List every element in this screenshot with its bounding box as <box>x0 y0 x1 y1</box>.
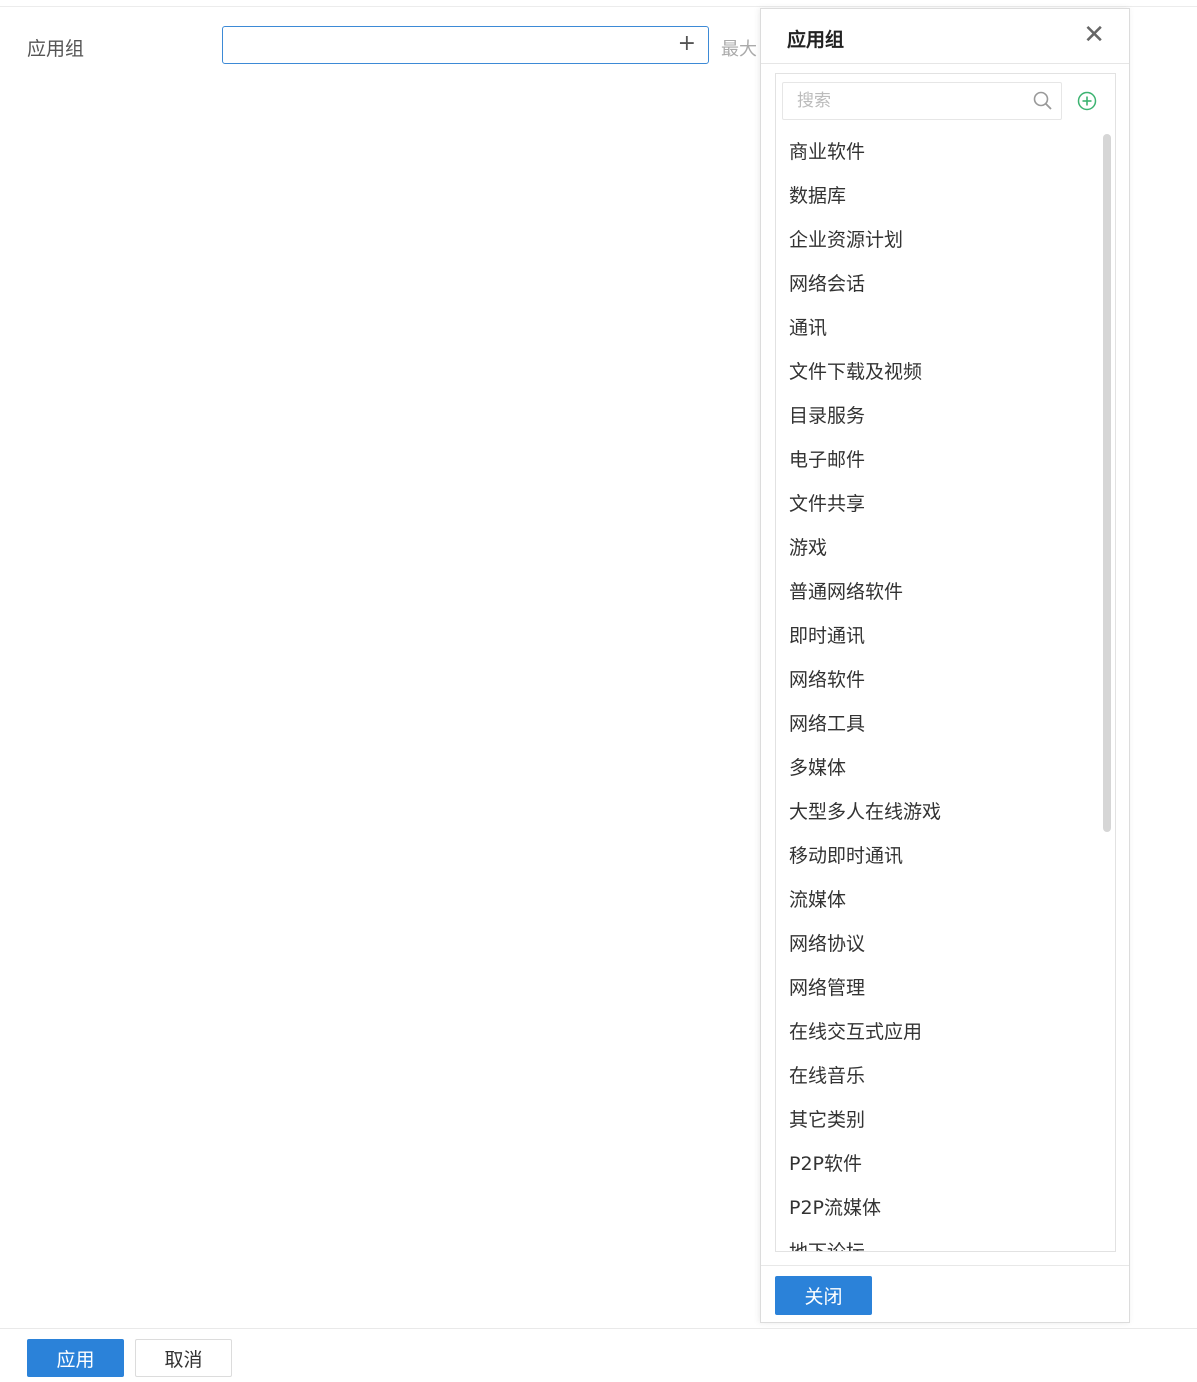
list-item[interactable]: 其它类别 <box>776 1098 1096 1142</box>
list-item[interactable]: 目录服务 <box>776 394 1096 438</box>
app-group-list-box: 商业软件 数据库 企业资源计划 网络会话 通讯 文件下载及视频 目录服务 电子邮… <box>775 73 1116 1252</box>
app-group-list: 商业软件 数据库 企业资源计划 网络会话 通讯 文件下载及视频 目录服务 电子邮… <box>776 130 1096 1251</box>
list-item[interactable]: 网络会话 <box>776 262 1096 306</box>
list-item[interactable]: 流媒体 <box>776 878 1096 922</box>
list-item[interactable]: 网络工具 <box>776 702 1096 746</box>
apply-button[interactable]: 应用 <box>27 1339 124 1377</box>
plus-icon[interactable]: + <box>678 31 696 57</box>
max-hint: 最大 <box>721 39 757 60</box>
cancel-button[interactable]: 取消 <box>135 1339 232 1377</box>
list-item[interactable]: 网络协议 <box>776 922 1096 966</box>
close-button[interactable]: 关闭 <box>775 1276 872 1315</box>
list-item[interactable]: 通讯 <box>776 306 1096 350</box>
panel-footer: 关闭 <box>761 1265 1129 1325</box>
list-item[interactable]: 数据库 <box>776 174 1096 218</box>
search-input[interactable] <box>782 82 1062 120</box>
scrollbar-thumb[interactable] <box>1103 134 1111 832</box>
list-item[interactable]: 网络管理 <box>776 966 1096 1010</box>
app-group-input[interactable]: + <box>222 26 709 64</box>
list-item[interactable]: 企业资源计划 <box>776 218 1096 262</box>
list-item[interactable]: 多媒体 <box>776 746 1096 790</box>
panel-title: 应用组 <box>787 29 845 51</box>
close-icon[interactable]: ✕ <box>1083 20 1105 50</box>
list-item[interactable]: 电子邮件 <box>776 438 1096 482</box>
app-group-label: 应用组 <box>27 38 85 60</box>
list-item[interactable]: 商业软件 <box>776 130 1096 174</box>
list-item[interactable]: P2P流媒体 <box>776 1186 1096 1230</box>
list-item[interactable]: 大型多人在线游戏 <box>776 790 1096 834</box>
list-item[interactable]: 文件共享 <box>776 482 1096 526</box>
list-item[interactable]: 在线交互式应用 <box>776 1010 1096 1054</box>
list-item[interactable]: 在线音乐 <box>776 1054 1096 1098</box>
add-circle-icon[interactable] <box>1074 88 1100 114</box>
search-icon[interactable] <box>1030 88 1056 114</box>
list-item[interactable]: 即时通讯 <box>776 614 1096 658</box>
list-item[interactable]: 地下论坛 <box>776 1230 1096 1251</box>
bottom-divider <box>0 1328 1197 1329</box>
top-divider <box>0 0 1197 7</box>
list-item[interactable]: 移动即时通讯 <box>776 834 1096 878</box>
list-item[interactable]: 文件下载及视频 <box>776 350 1096 394</box>
list-item[interactable]: 游戏 <box>776 526 1096 570</box>
list-item[interactable]: P2P软件 <box>776 1142 1096 1186</box>
app-group-panel: 应用组 ✕ 商业软件 数据库 企业资源计划 网络会话 通讯 文件下载及视频 目录… <box>760 8 1130 1323</box>
list-item[interactable]: 网络软件 <box>776 658 1096 702</box>
list-item[interactable]: 普通网络软件 <box>776 570 1096 614</box>
panel-header: 应用组 ✕ <box>761 9 1129 64</box>
